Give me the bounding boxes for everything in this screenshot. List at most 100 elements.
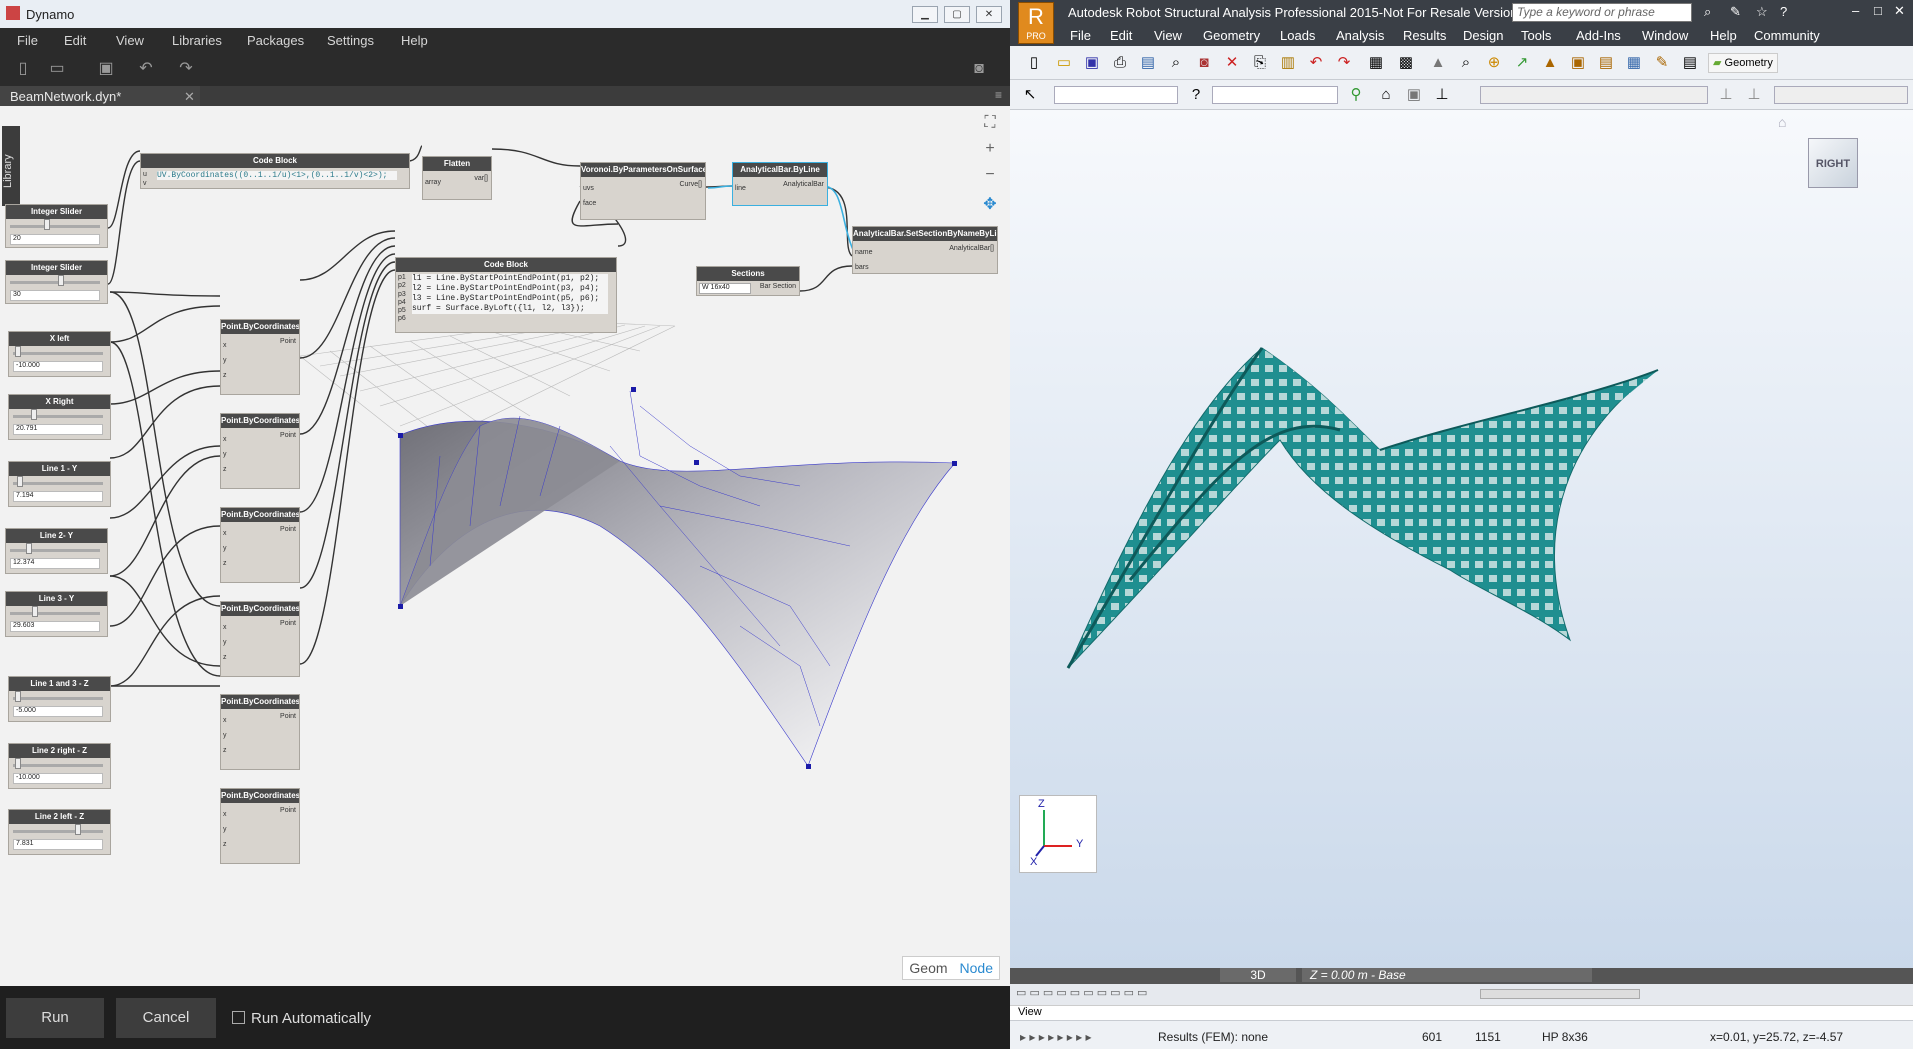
delete-icon[interactable]: ✕ (1222, 53, 1242, 73)
port-p4[interactable]: p4 (398, 299, 406, 307)
slider-thumb[interactable] (44, 219, 50, 230)
status-icons[interactable]: ▸ ▸ ▸ ▸ ▸ ▸ ▸ ▸ (1020, 1030, 1092, 1044)
robot-menu-geometry[interactable]: Geometry (1203, 28, 1260, 43)
port-v[interactable]: v (143, 179, 147, 188)
slider-value[interactable]: -10.000 (13, 773, 103, 784)
slider-value[interactable]: 29.603 (10, 621, 100, 632)
slider-value[interactable]: 20.791 (13, 424, 103, 435)
menu-packages[interactable]: Packages (247, 33, 304, 48)
bar-selection-input[interactable] (1212, 86, 1338, 104)
robot-menu-file[interactable]: File (1070, 28, 1091, 43)
point-node-4[interactable]: Point.ByCoordinates x y z Point (220, 601, 300, 677)
robot-menu-community[interactable]: Community (1754, 28, 1820, 43)
geometry-layout-button[interactable]: ▰ Geometry (1708, 53, 1778, 73)
robot-maximize-icon[interactable]: □ (1874, 3, 1882, 18)
redo-icon[interactable]: ↷ (177, 60, 195, 78)
robot-menu-results[interactable]: Results (1403, 28, 1446, 43)
robot-menu-help[interactable]: Help (1710, 28, 1737, 43)
slider-thumb[interactable] (17, 476, 23, 487)
node-view-button[interactable]: Node (954, 957, 999, 979)
port-z[interactable]: z (223, 650, 227, 665)
slider-track[interactable] (13, 482, 103, 485)
port-curves[interactable]: Curve[] (679, 181, 702, 188)
port-bars-out[interactable]: AnalyticalBar[] (949, 245, 994, 252)
point-node-3[interactable]: Point.ByCoordinates x y z Point (220, 507, 300, 583)
node-selection-input[interactable] (1054, 86, 1178, 104)
point-node-5[interactable]: Point.ByCoordinates x y z Point (220, 694, 300, 770)
integer-slider-u[interactable]: Integer Slider 20 (5, 204, 108, 248)
paste-icon[interactable]: ▥ (1278, 53, 1298, 73)
new-icon[interactable]: ▯ (1024, 53, 1044, 73)
code-block-lines[interactable]: Code Block p1 p2 p3 p4 p5 p6 l1 = Line.B… (395, 257, 617, 333)
slider-value[interactable]: 20 (10, 234, 100, 245)
layout-icon[interactable]: ▤ (1680, 53, 1700, 73)
flatten-node[interactable]: Flatten array var[] (422, 156, 492, 200)
robot-logo[interactable]: R PRO (1018, 2, 1054, 44)
robot-3d-viewport[interactable]: ⌂ RIGHT (1010, 110, 1913, 990)
set-section-node[interactable]: AnalyticalBar.SetSectionByNameByList nam… (852, 226, 998, 274)
port-bar-section[interactable]: Bar Section (760, 283, 796, 290)
cursor-icon[interactable]: ↖ (1020, 85, 1040, 105)
voronoi-node[interactable]: Voronoi.ByParametersOnSurface uvs face Cu… (580, 162, 706, 220)
code-editor[interactable]: l1 = Line.ByStartPointEndPoint(p1, p2); … (412, 274, 608, 314)
slider-thumb[interactable] (58, 275, 64, 286)
robot-menu-view[interactable]: View (1154, 28, 1182, 43)
close-tab-icon[interactable]: ✕ (184, 89, 195, 105)
library-tab[interactable]: Library (2, 126, 20, 206)
slider-track[interactable] (13, 830, 103, 833)
port-array[interactable]: array (425, 175, 441, 190)
port-x[interactable]: x (223, 432, 227, 447)
open-icon[interactable]: ▭ (1054, 53, 1074, 73)
port-point[interactable]: Point (280, 338, 296, 345)
port-y[interactable]: y (223, 541, 227, 556)
port-y[interactable]: y (223, 822, 227, 837)
port-uvs[interactable]: uvs (583, 181, 596, 196)
slider-value[interactable]: -5.000 (13, 706, 103, 717)
view-mode-icons[interactable]: ▭ ▭ ▭ ▭ ▭ ▭ ▭ ▭ ▭ ▭ (1016, 986, 1147, 999)
target-icon[interactable]: ⊕ (1484, 53, 1504, 73)
slider-x-right[interactable]: X Right 20.791 (8, 394, 111, 440)
port-analyticalbar[interactable]: AnalyticalBar (783, 181, 824, 188)
view-level-tab[interactable]: Z = 0.00 m - Base (1302, 968, 1592, 982)
slider-track[interactable] (13, 764, 103, 767)
slider-thumb[interactable] (26, 543, 32, 554)
slider-x-left[interactable]: X left -10.000 (8, 331, 111, 377)
tools-icon[interactable]: ✎ (1730, 4, 1741, 20)
slider-thumb[interactable] (15, 758, 21, 769)
port-p6[interactable]: p6 (398, 315, 406, 323)
slider-track[interactable] (13, 697, 103, 700)
slider-line2-y[interactable]: Line 2- Y 12.374 (5, 528, 108, 574)
redo-icon[interactable]: ↷ (1334, 53, 1354, 73)
point-node-2[interactable]: Point.ByCoordinates x y z Point (220, 413, 300, 489)
cancel-button[interactable]: Cancel (116, 998, 216, 1038)
port-bars[interactable]: bars (855, 260, 873, 275)
port-y[interactable]: y (223, 635, 227, 650)
maximize-button[interactable]: ▢ (944, 6, 970, 23)
port-x[interactable]: x (223, 713, 227, 728)
code-text[interactable]: UV.ByCoordinates((0..1..1/u)<1>,(0..1..1… (157, 171, 397, 180)
undo-icon[interactable]: ↶ (1306, 53, 1326, 73)
horizontal-scrollbar[interactable] (1480, 989, 1640, 999)
save-icon[interactable]: ▣ (1082, 53, 1102, 73)
port-line[interactable]: line (735, 181, 746, 196)
port-z[interactable]: z (223, 368, 227, 383)
slider-thumb[interactable] (15, 346, 21, 357)
slider-track[interactable] (10, 225, 100, 228)
preview-icon[interactable]: ⌕ (1166, 53, 1186, 73)
new-file-icon[interactable]: ▯ (14, 60, 32, 78)
slider-line2-left-z[interactable]: Line 2 left - Z 7.831 (8, 809, 111, 855)
port-y[interactable]: y (223, 728, 227, 743)
view-3d-tab[interactable]: 3D (1220, 968, 1296, 982)
zoom-out-icon[interactable]: − (978, 163, 1002, 187)
select-icon[interactable]: ↗ (1512, 53, 1532, 73)
slider-value[interactable]: 7.831 (13, 839, 103, 850)
slider-track[interactable] (10, 281, 100, 284)
section-dropdown[interactable]: W 16x40 (699, 283, 751, 294)
bar-selection-icon[interactable]: ? (1186, 85, 1206, 105)
sections-node[interactable]: Sections W 16x40 Bar Section (696, 266, 800, 296)
case-icon-1[interactable]: ⊥ (1716, 85, 1736, 105)
slider-value[interactable]: 7.194 (13, 491, 103, 502)
port-y[interactable]: y (223, 447, 227, 462)
port-z[interactable]: z (223, 837, 227, 852)
menu-file[interactable]: File (17, 33, 38, 48)
